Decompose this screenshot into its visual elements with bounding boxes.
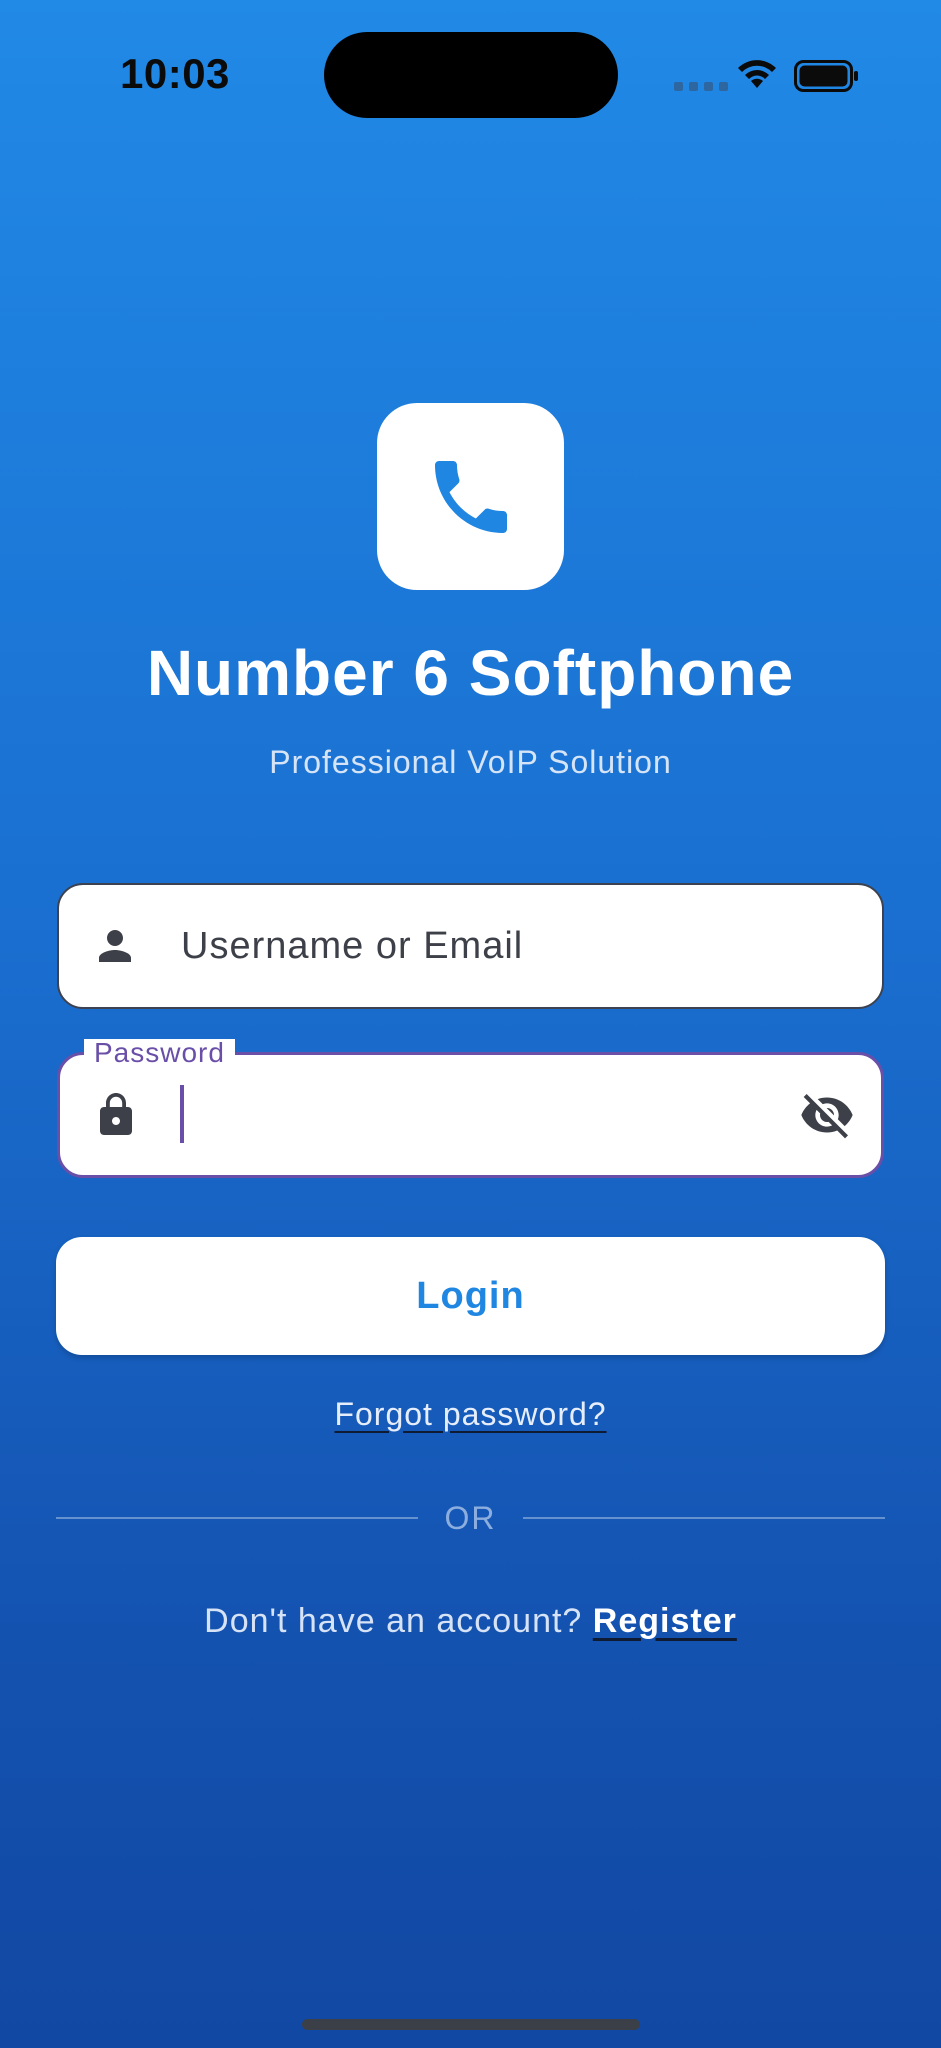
app-logo	[377, 403, 564, 590]
home-indicator[interactable]	[302, 2019, 640, 2030]
text-caret	[180, 1085, 184, 1143]
forgot-password-row: Forgot password?	[0, 1396, 941, 1433]
wifi-icon	[738, 60, 776, 88]
password-label: Password	[84, 1039, 235, 1067]
forgot-password-link[interactable]: Forgot password?	[334, 1396, 606, 1432]
status-time: 10:03	[120, 50, 230, 97]
signal-icon	[674, 82, 728, 91]
dynamic-island	[324, 32, 618, 118]
login-button[interactable]: Login	[56, 1237, 885, 1355]
password-field[interactable]	[57, 1052, 884, 1178]
register-link[interactable]: Register	[593, 1602, 737, 1640]
app-subtitle: Professional VoIP Solution	[269, 744, 672, 780]
divider-line-right	[523, 1517, 885, 1519]
register-prompt: Don't have an account?	[204, 1602, 583, 1640]
person-icon	[99, 930, 131, 962]
register-row: Don't have an account? Register	[0, 1602, 941, 1641]
username-placeholder: Username or Email	[181, 924, 524, 967]
phone-icon	[434, 460, 507, 533]
username-field[interactable]: Username or Email	[57, 883, 884, 1009]
login-screen: 10:03 Number 6 Softphone Professional Vo…	[0, 0, 941, 2048]
visibility-off-icon[interactable]	[799, 1087, 855, 1143]
battery-icon	[794, 60, 858, 92]
app-title: Number 6 Softphone	[146, 637, 795, 709]
lock-icon	[100, 1093, 132, 1135]
